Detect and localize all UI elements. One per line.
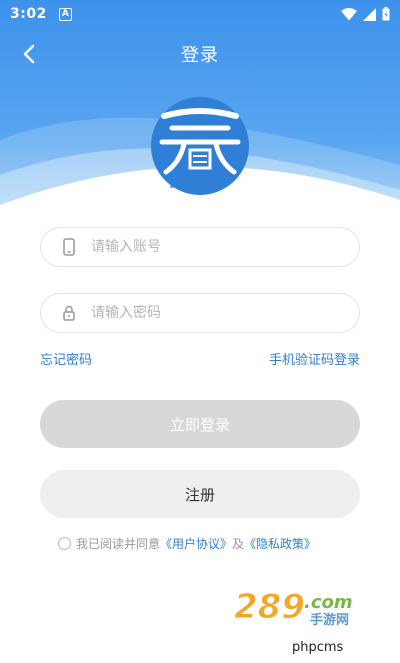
- battery-icon: [382, 7, 390, 21]
- lock-icon: [63, 305, 75, 321]
- page-title: 登录: [181, 45, 219, 66]
- agreement-and: 及: [232, 537, 245, 551]
- account-field[interactable]: [40, 227, 360, 267]
- privacy-policy-link[interactable]: 《隐私政策》: [244, 535, 316, 552]
- signal-icon: [363, 7, 376, 21]
- agreement-row: 我已阅读并同意 《用户协议》 及 《隐私政策》: [58, 535, 316, 552]
- sms-login-link[interactable]: 手机验证码登录: [269, 349, 360, 368]
- svg-text:289: 289: [234, 587, 305, 627]
- password-field[interactable]: [40, 293, 360, 333]
- notification-icon: A: [58, 7, 72, 21]
- forgot-password-link[interactable]: 忘记密码: [40, 349, 92, 368]
- back-arrow-icon[interactable]: [18, 42, 42, 66]
- nav-bar: 登录: [0, 32, 400, 76]
- password-input[interactable]: [91, 305, 331, 321]
- watermark-logo-icon: 289 .com 手游网: [234, 587, 353, 629]
- account-input[interactable]: [91, 239, 331, 255]
- status-time: 3:02: [10, 6, 47, 22]
- auth-links: 忘记密码 手机验证码登录: [40, 349, 360, 368]
- wifi-icon: [341, 7, 357, 20]
- agreement-prefix: 我已阅读并同意: [76, 537, 161, 551]
- register-button[interactable]: 注册: [40, 470, 360, 518]
- phone-icon: [63, 238, 75, 256]
- user-agreement-link[interactable]: 《用户协议》: [160, 535, 232, 552]
- login-button[interactable]: 立即登录: [40, 400, 360, 448]
- svg-text:手游网: 手游网: [310, 612, 349, 628]
- svg-text:.com: .com: [304, 592, 353, 613]
- brand-name: 藏书阁: [169, 172, 230, 190]
- agreement-checkbox[interactable]: [58, 537, 71, 550]
- watermark-text: phpcms: [292, 640, 344, 655]
- status-icons: [341, 7, 390, 21]
- status-bar: 3:02 A: [0, 0, 400, 28]
